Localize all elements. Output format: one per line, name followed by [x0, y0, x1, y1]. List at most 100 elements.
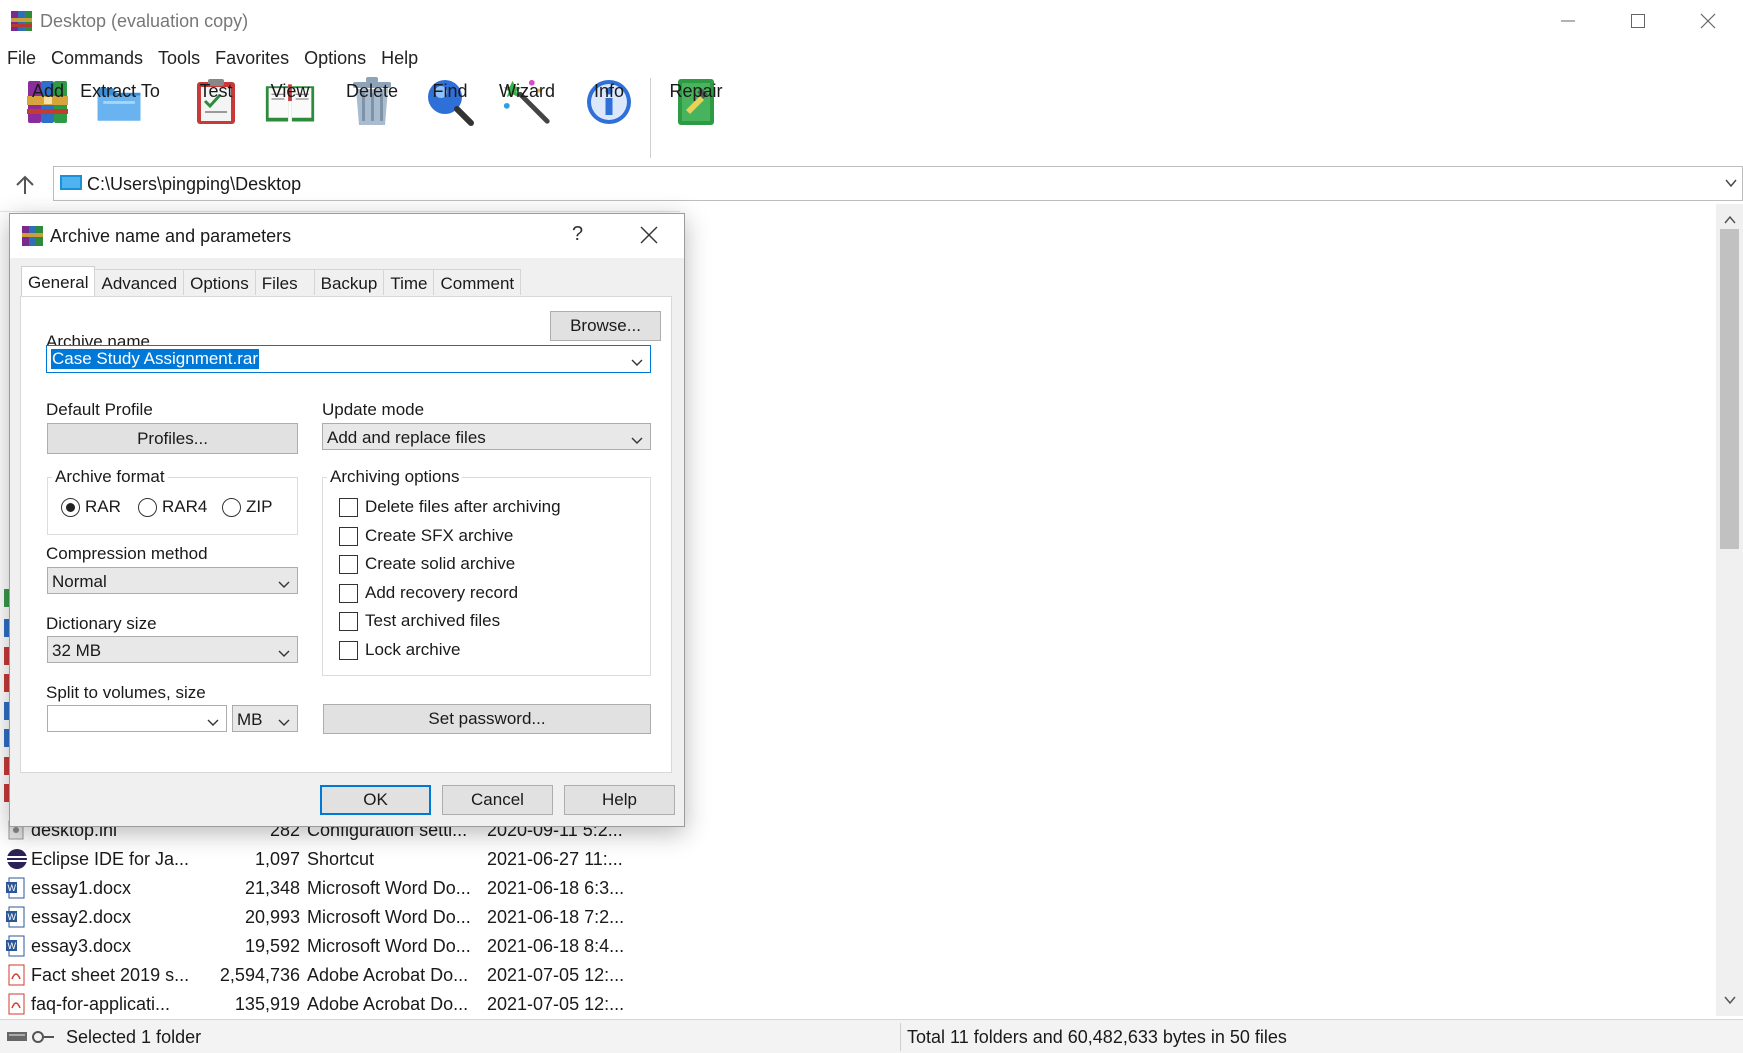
chevron-down-icon[interactable] — [277, 714, 291, 734]
update-mode-value: Add and replace files — [327, 428, 486, 447]
status-totals: Total 11 folders and 60,482,633 bytes in… — [907, 1027, 1287, 1047]
create-solid-checkbox[interactable]: Create solid archive — [339, 554, 515, 574]
tab-advanced[interactable]: Advanced — [94, 269, 185, 295]
chevron-down-icon[interactable] — [206, 714, 220, 734]
pdf-file-icon — [6, 993, 26, 1015]
toolbar-repair-label: Repair — [669, 81, 723, 101]
tab-options[interactable]: Options — [183, 269, 256, 295]
archive-name-value[interactable]: Case Study Assignment.rar — [51, 349, 259, 369]
word-doc-icon: W — [6, 935, 26, 957]
cancel-button[interactable]: Cancel — [442, 785, 553, 815]
archive-name-combo[interactable]: Case Study Assignment.rar — [46, 345, 651, 373]
file-modified: 2021-06-27 11:... — [487, 849, 623, 869]
file-type: Microsoft Word Do... — [307, 936, 471, 956]
vertical-scrollbar[interactable] — [1716, 204, 1743, 1016]
dialog-help-icon[interactable]: ? — [572, 223, 583, 246]
toolbar-extract-label: Extract To — [80, 81, 160, 101]
split-unit-value: MB — [237, 710, 263, 729]
file-size: 2,594,736 — [219, 965, 300, 985]
file-row[interactable]: Eclipse IDE for Ja... 1,097 Shortcut 202… — [0, 845, 700, 874]
file-row[interactable]: faq-for-applicati... 135,919 Adobe Acrob… — [0, 990, 700, 1019]
status-separator — [900, 1023, 901, 1051]
menu-help[interactable]: Help — [374, 44, 426, 72]
word-doc-icon: W — [6, 906, 26, 928]
svg-text:W: W — [8, 941, 17, 951]
scrollbar-thumb[interactable] — [1720, 229, 1739, 549]
menu-file[interactable]: File — [0, 44, 44, 72]
scroll-up-arrow-icon[interactable] — [1723, 210, 1737, 230]
tab-backup[interactable]: Backup — [313, 269, 385, 295]
file-size: 135,919 — [234, 994, 300, 1014]
file-modified: 2021-06-18 8:4... — [487, 936, 625, 956]
toolbar-info-button[interactable]: Info — [583, 76, 635, 160]
chevron-down-icon[interactable] — [630, 354, 644, 374]
chevron-down-icon[interactable] — [630, 432, 644, 452]
lock-archive-checkbox[interactable]: Lock archive — [339, 640, 460, 660]
checkbox-unchecked-icon — [339, 526, 358, 546]
winrar-dialog-icon — [21, 225, 45, 247]
toolbar-extract-button[interactable]: Extract To — [80, 76, 160, 160]
compression-method-select[interactable]: Normal — [47, 567, 298, 594]
tab-time[interactable]: Time — [383, 269, 435, 295]
file-name: Fact sheet 2019 s... — [31, 965, 190, 985]
chevron-down-icon[interactable] — [277, 576, 291, 596]
delete-after-label: Delete files after archiving — [365, 497, 561, 516]
address-dropdown-icon[interactable] — [1724, 175, 1738, 195]
format-zip-radio[interactable]: ZIP — [222, 497, 272, 517]
file-row[interactable]: Fact sheet 2019 s... 2,594,736 Adobe Acr… — [0, 961, 700, 990]
file-row[interactable]: W essay3.docx 19,592 Microsoft Word Do..… — [0, 932, 700, 961]
address-field[interactable]: C:\Users\pingping\Desktop — [53, 166, 1743, 201]
toolbar-find-button[interactable]: Find — [424, 76, 476, 160]
toolbar-info-label: Info — [593, 81, 625, 101]
dictionary-size-select[interactable]: 32 MB — [47, 636, 298, 663]
ok-button[interactable]: OK — [320, 785, 431, 815]
lock-archive-label: Lock archive — [365, 640, 461, 659]
file-modified: 2021-07-05 12:... — [487, 994, 625, 1014]
close-window-button[interactable] — [1673, 0, 1743, 42]
update-mode-select[interactable]: Add and replace files — [322, 423, 651, 450]
format-rar-radio[interactable]: RAR — [61, 497, 121, 517]
test-archived-checkbox[interactable]: Test archived files — [339, 611, 500, 631]
recovery-record-checkbox[interactable]: Add recovery record — [339, 583, 518, 603]
scroll-down-arrow-icon[interactable] — [1723, 990, 1737, 1010]
toolbar-delete-button[interactable]: Delete — [346, 76, 398, 160]
menu-options[interactable]: Options — [297, 44, 374, 72]
format-rar4-radio[interactable]: RAR4 — [138, 497, 207, 517]
toolbar-add-button[interactable]: Add — [22, 76, 74, 160]
tab-comment[interactable]: Comment — [433, 269, 522, 295]
browse-button[interactable]: Browse... — [550, 311, 661, 341]
help-button[interactable]: Help — [564, 785, 675, 815]
toolbar-wizard-button[interactable]: Wizard — [499, 76, 555, 160]
eclipse-icon — [6, 848, 27, 870]
toolbar-repair-button[interactable]: Repair — [669, 76, 723, 160]
tab-files[interactable]: Files — [254, 269, 315, 295]
file-type: Adobe Acrobat Do... — [307, 994, 469, 1014]
update-mode-label: Update mode — [322, 400, 425, 419]
checkbox-unchecked-icon — [339, 640, 358, 660]
menu-tools[interactable]: Tools — [151, 44, 208, 72]
toolbar-test-button[interactable]: Test — [190, 76, 242, 160]
file-row[interactable]: W essay2.docx 20,993 Microsoft Word Do..… — [0, 903, 700, 932]
dialog-close-icon[interactable] — [640, 226, 658, 249]
profiles-button[interactable]: Profiles... — [47, 423, 298, 454]
split-size-combo[interactable] — [47, 705, 227, 732]
toolbar-view-button[interactable]: View — [264, 76, 316, 160]
file-row[interactable]: W essay1.docx 21,348 Microsoft Word Do..… — [0, 874, 700, 903]
chevron-down-icon[interactable] — [277, 645, 291, 665]
set-password-button[interactable]: Set password... — [323, 704, 651, 734]
toolbar-add-label: Add — [31, 81, 65, 101]
minimize-button[interactable] — [1533, 0, 1603, 42]
format-rar4-label: RAR4 — [162, 497, 208, 516]
maximize-button[interactable] — [1603, 0, 1673, 42]
menu-favorites[interactable]: Favorites — [208, 44, 297, 72]
dictionary-size-value: 32 MB — [52, 641, 102, 660]
split-unit-select[interactable]: MB — [232, 705, 298, 732]
delete-after-checkbox[interactable]: Delete files after archiving — [339, 497, 561, 517]
format-rar-label: RAR — [85, 497, 121, 516]
tab-general[interactable]: General — [21, 266, 96, 296]
create-sfx-checkbox[interactable]: Create SFX archive — [339, 526, 513, 546]
radio-empty-icon — [138, 497, 157, 517]
file-modified: 2021-06-18 7:2... — [487, 907, 625, 927]
up-folder-button[interactable] — [12, 172, 38, 198]
menu-commands[interactable]: Commands — [44, 44, 151, 72]
